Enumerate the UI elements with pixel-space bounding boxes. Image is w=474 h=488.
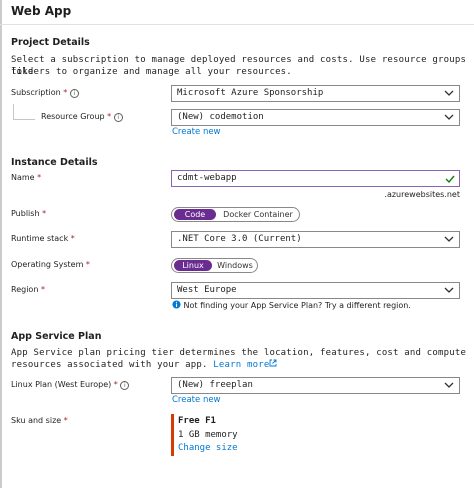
name-label: Name *: [11, 173, 41, 182]
info-icon[interactable]: i: [113, 113, 123, 122]
create-new-plan-link[interactable]: Create new: [172, 395, 221, 405]
instance-details-heading: Instance Details: [11, 157, 98, 168]
info-icon[interactable]: i: [120, 381, 130, 390]
runtime-stack-label-text: Runtime stack: [11, 234, 69, 243]
project-details-heading: Project Details: [11, 37, 90, 48]
name-input-value: cdmt-webapp: [177, 173, 237, 183]
required-mark: *: [63, 416, 68, 425]
linux-plan-label-text: Linux Plan (West Europe): [11, 380, 112, 389]
runtime-stack-value: .NET Core 3.0 (Current): [177, 234, 302, 244]
region-dropdown[interactable]: West Europe: [171, 282, 460, 299]
publish-label: Publish *: [11, 209, 46, 218]
runtime-stack-label: Runtime stack *: [11, 234, 75, 243]
sku-memory: 1 GB memory: [178, 430, 238, 440]
plan-description-line1: App Service plan pricing tier determines…: [11, 348, 467, 358]
os-option-windows[interactable]: Windows: [214, 260, 256, 271]
plan-description-line2: resources associated with your app. Lear…: [11, 359, 277, 371]
region-value: West Europe: [177, 285, 237, 295]
change-size-link[interactable]: Change size: [178, 443, 238, 453]
required-mark: *: [85, 260, 90, 269]
sku-size-label: Sku and size *: [11, 416, 68, 425]
operating-system-label: Operating System *: [11, 260, 90, 269]
linux-plan-value: (New) freeplan: [177, 380, 253, 390]
linux-plan-dropdown[interactable]: (New) freeplan: [171, 377, 460, 394]
chevron-down-icon: [444, 90, 454, 96]
sku-indicator-bar: [171, 414, 174, 456]
subscription-dropdown[interactable]: Microsoft Azure Sponsorship: [171, 85, 460, 102]
plan-description-line2-text: resources associated with your app.: [11, 360, 208, 370]
checkmark-icon: [445, 175, 455, 184]
project-description-line2: folders to organize and manage all your …: [11, 67, 292, 77]
left-border: [0, 0, 2, 488]
operating-system-toggle[interactable]: Linux Windows: [171, 258, 258, 273]
subscription-label: Subscription * i: [11, 88, 79, 98]
linux-plan-label: Linux Plan (West Europe) * i: [11, 380, 130, 390]
resource-group-value: (New) codemotion: [177, 112, 264, 122]
region-hint: Not finding your App Service Plan? Try a…: [172, 300, 411, 310]
required-mark: *: [113, 380, 118, 389]
learn-more-link[interactable]: Learn more: [213, 360, 269, 370]
info-icon[interactable]: i: [69, 89, 79, 98]
app-service-plan-heading: App Service Plan: [11, 331, 102, 342]
os-option-linux[interactable]: Linux: [174, 260, 212, 271]
subscription-value: Microsoft Azure Sponsorship: [177, 88, 324, 98]
subscription-label-text: Subscription: [11, 88, 61, 97]
publish-option-docker[interactable]: Docker Container: [218, 209, 298, 220]
operating-system-label-text: Operating System: [11, 260, 84, 269]
required-mark: *: [42, 209, 47, 218]
sku-size-label-text: Sku and size: [11, 416, 62, 425]
publish-toggle[interactable]: Code Docker Container: [171, 207, 300, 222]
region-label: Region *: [11, 285, 45, 294]
chevron-down-icon: [444, 382, 454, 388]
title-divider: [0, 24, 474, 25]
region-hint-text: Not finding your App Service Plan? Try a…: [183, 301, 411, 310]
region-label-text: Region: [11, 285, 39, 294]
info-icon: [172, 300, 181, 309]
chevron-down-icon: [444, 287, 454, 293]
chevron-down-icon: [444, 236, 454, 242]
tree-connector-vertical: [13, 104, 14, 120]
chevron-down-icon: [444, 114, 454, 120]
publish-option-code[interactable]: Code: [174, 209, 216, 220]
publish-label-text: Publish: [11, 209, 40, 218]
required-mark: *: [70, 234, 75, 243]
required-mark: *: [107, 112, 112, 121]
resource-group-label: Resource Group * i: [41, 112, 123, 122]
create-new-resource-group-link[interactable]: Create new: [172, 127, 221, 137]
resource-group-label-text: Resource Group: [41, 112, 105, 121]
resource-group-dropdown[interactable]: (New) codemotion: [171, 109, 460, 126]
name-input[interactable]: cdmt-webapp: [171, 170, 460, 187]
runtime-stack-dropdown[interactable]: .NET Core 3.0 (Current): [171, 231, 460, 248]
sku-tier: Free F1: [178, 416, 216, 426]
required-mark: *: [37, 173, 42, 182]
required-mark: *: [40, 285, 45, 294]
external-link-icon: [270, 359, 277, 367]
page-title: Web App: [11, 4, 72, 18]
domain-suffix: .azurewebsites.net: [384, 190, 460, 199]
tree-connector-horizontal: [13, 119, 35, 120]
name-label-text: Name: [11, 173, 35, 182]
required-mark: *: [63, 88, 68, 97]
